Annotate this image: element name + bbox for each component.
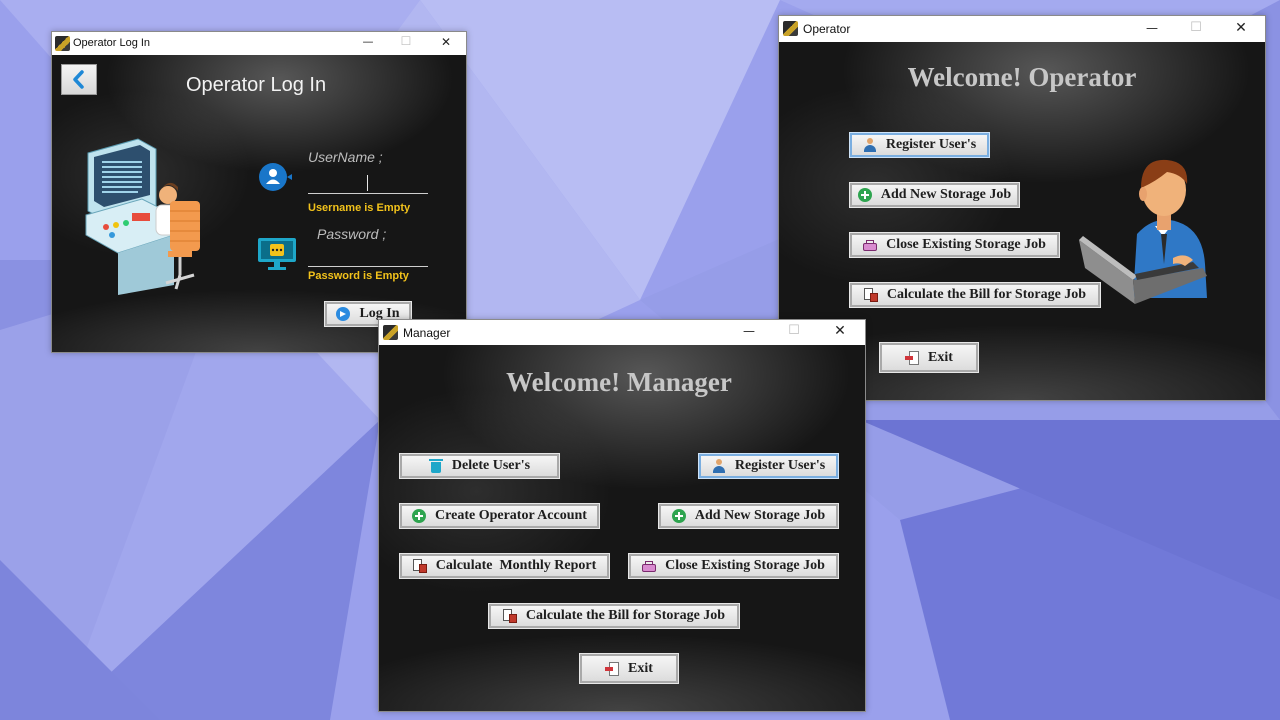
add-icon [671, 509, 686, 523]
operator-welcome-heading: Welcome! Operator [907, 62, 1137, 92]
password-lock-icon [258, 238, 296, 270]
operator-titlebar[interactable]: Operator — ☐ ✕ [779, 16, 1265, 42]
back-button[interactable] [61, 64, 97, 95]
user-icon [863, 138, 877, 152]
bill-icon [863, 288, 878, 302]
manager-window-title: Manager [403, 326, 451, 340]
manager-window: Manager — ☐ ✕ Welcome! Manager Delete Us… [378, 319, 866, 712]
minimize-button[interactable]: — [731, 324, 767, 338]
operator-exit-button[interactable]: Exit [879, 342, 979, 373]
maximize-button[interactable]: ☐ [776, 323, 812, 338]
text-caret [367, 175, 368, 191]
operator-window-title: Operator [803, 22, 851, 36]
storage-box-icon [863, 238, 878, 252]
login-content: Operator Log In UserName ; Username is E… [52, 55, 466, 352]
operator-laptop-illustration [1079, 159, 1207, 304]
user-icon [712, 459, 726, 473]
operator-calculate-bill-button[interactable]: Calculate the Bill for Storage Job [849, 282, 1101, 308]
login-window: Operator Log In — ☐ ✕ Operator Log In Us… [51, 31, 467, 353]
close-button[interactable]: ✕ [1223, 20, 1259, 36]
storage-box-icon [642, 559, 657, 573]
manager-register-users-button[interactable]: Register User's [698, 453, 839, 479]
close-button[interactable]: ✕ [822, 323, 858, 339]
trash-icon [428, 459, 443, 473]
manager-monthly-report-button[interactable]: Calculate Monthly Report [399, 553, 610, 579]
close-button[interactable]: ✕ [428, 35, 464, 49]
manager-create-operator-button[interactable]: Create Operator Account [399, 503, 600, 529]
operator-workstation-illustration [85, 138, 200, 295]
password-error: Password is Empty [308, 270, 409, 282]
operator-close-storage-job-button[interactable]: Close Existing Storage Job [849, 232, 1060, 258]
minimize-button[interactable]: — [350, 35, 386, 48]
password-field[interactable]: Password ; [317, 226, 386, 242]
operator-add-storage-job-button[interactable]: Add New Storage Job [849, 182, 1020, 208]
exit-icon [905, 350, 920, 365]
user-icon [259, 163, 292, 191]
manager-add-storage-job-button[interactable]: Add New Storage Job [658, 503, 839, 529]
login-window-title: Operator Log In [73, 37, 151, 49]
manager-exit-button[interactable]: Exit [579, 653, 679, 684]
manager-content: Welcome! Manager Delete User's Register … [379, 345, 865, 711]
manager-welcome-heading: Welcome! Manager [506, 367, 732, 397]
add-icon [412, 509, 427, 523]
username-field[interactable]: UserName ; [308, 149, 383, 165]
login-titlebar[interactable]: Operator Log In — ☐ ✕ [52, 32, 466, 55]
manager-titlebar[interactable]: Manager — ☐ ✕ [379, 320, 865, 345]
maximize-button[interactable]: ☐ [388, 34, 424, 48]
minimize-button[interactable]: — [1134, 21, 1170, 35]
arrow-right-icon [336, 307, 351, 321]
manager-calculate-bill-button[interactable]: Calculate the Bill for Storage Job [488, 603, 740, 629]
username-error: Username is Empty [308, 202, 411, 214]
add-icon [857, 188, 872, 202]
operator-register-users-button[interactable]: Register User's [849, 132, 990, 158]
login-heading: Operator Log In [186, 74, 327, 96]
password-underline [308, 266, 428, 267]
app-icon [383, 325, 398, 340]
manager-delete-users-button[interactable]: Delete User's [399, 453, 560, 479]
username-underline [308, 193, 428, 194]
app-icon [55, 36, 70, 51]
exit-icon [605, 661, 620, 676]
bill-icon [502, 609, 517, 623]
chevron-left-icon [73, 70, 84, 89]
report-icon [412, 559, 427, 573]
app-icon [783, 21, 798, 36]
manager-close-storage-job-button[interactable]: Close Existing Storage Job [628, 553, 839, 579]
maximize-button[interactable]: ☐ [1178, 20, 1214, 35]
